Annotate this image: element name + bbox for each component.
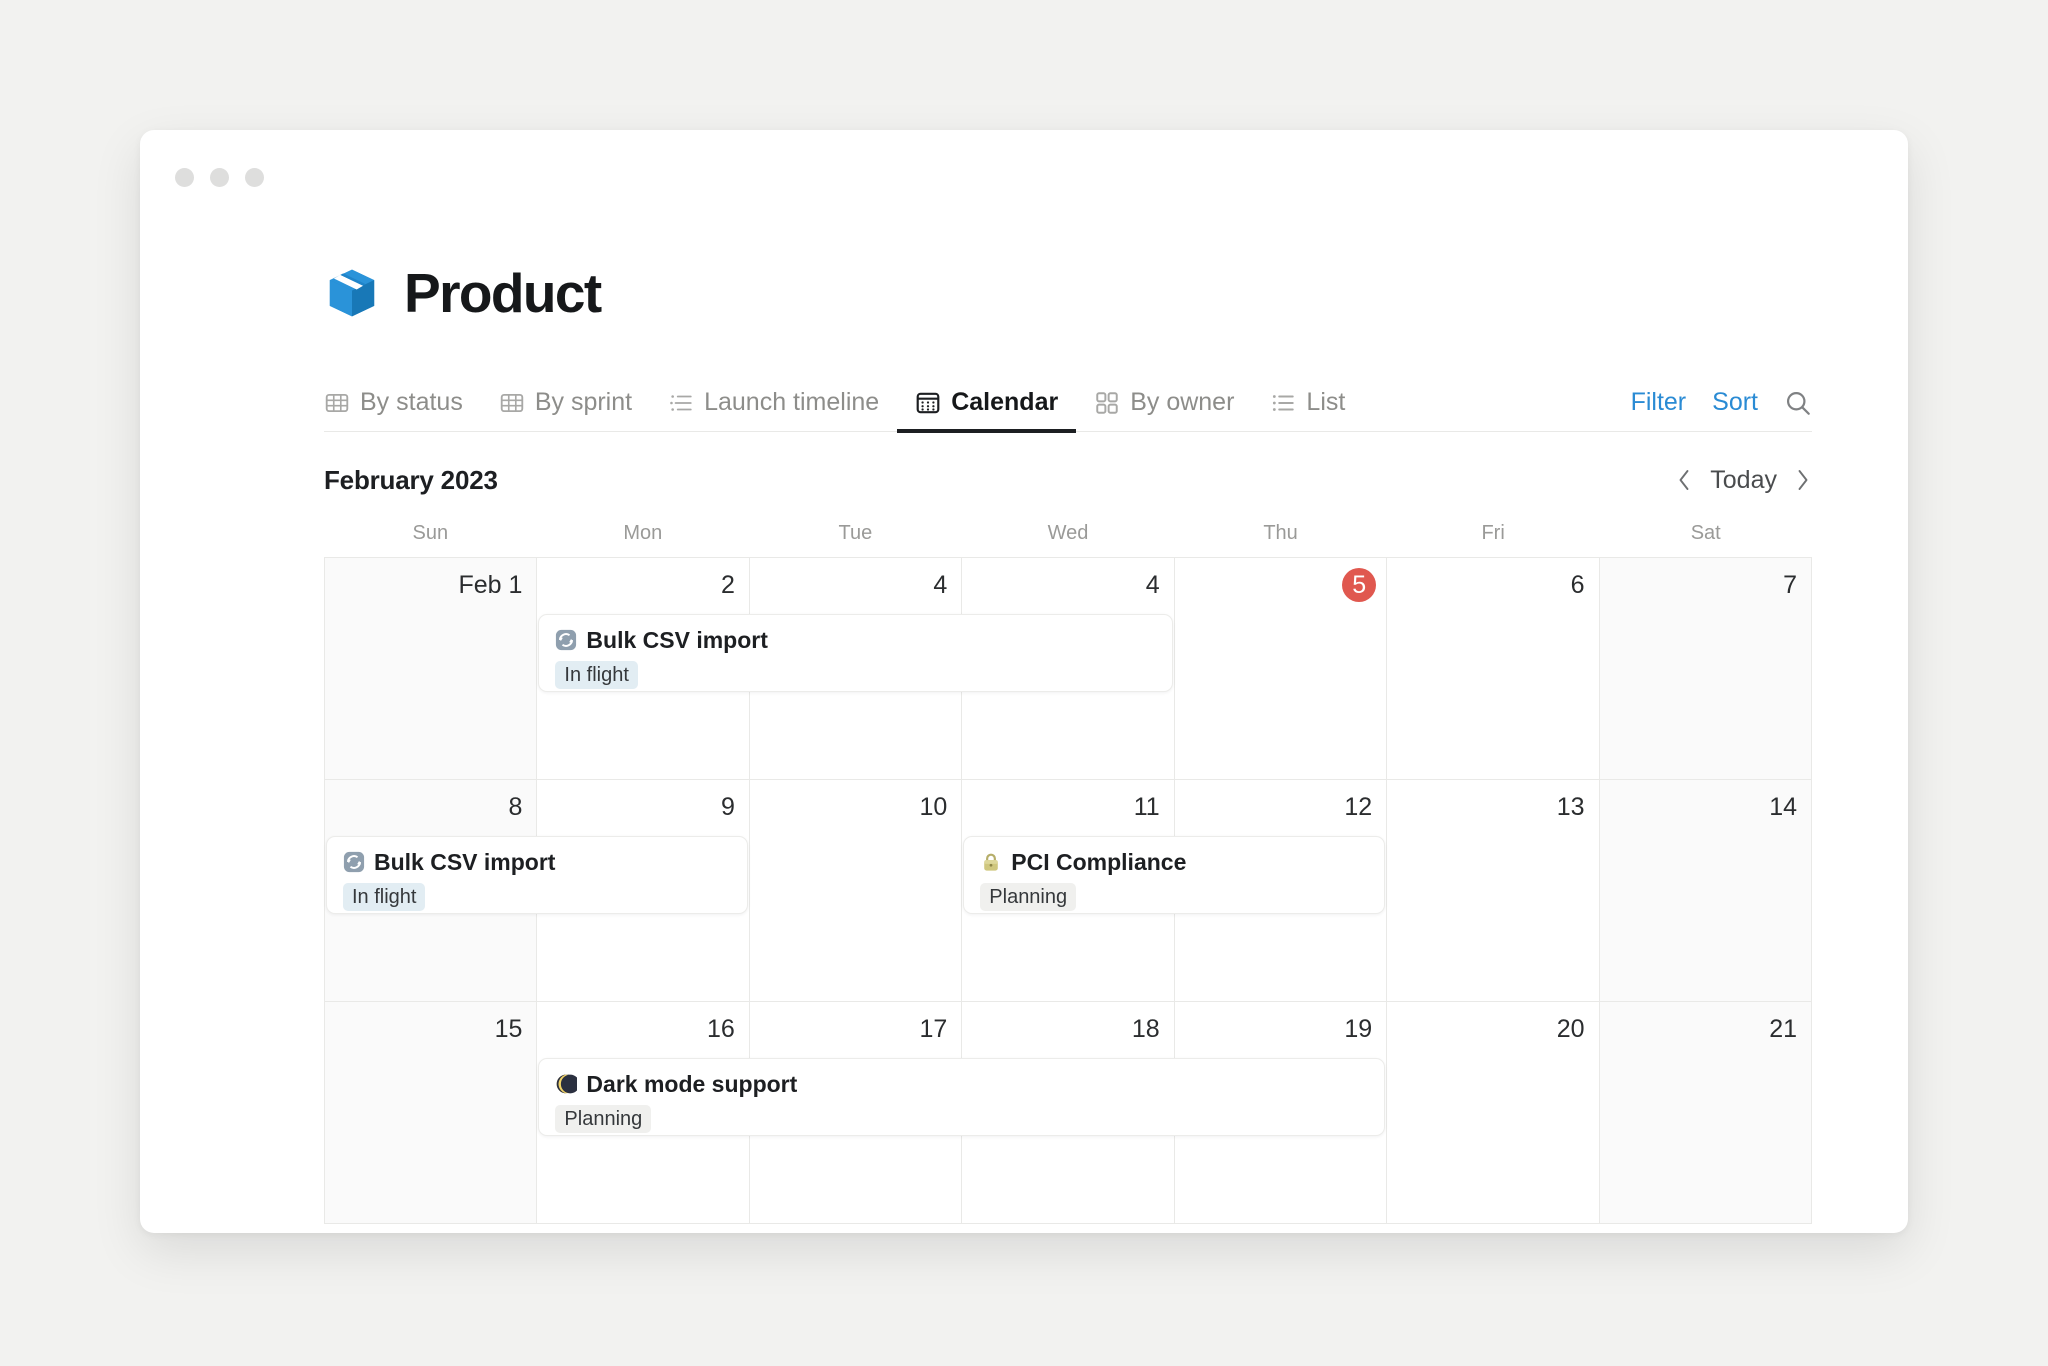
calendar-month-grid: Feb 1 2 4 4 5 6 7 Bulk CSV import In flight 8 9 10 1… bbox=[324, 557, 1812, 1224]
calendar-day-cell[interactable]: Feb 1 bbox=[325, 558, 537, 780]
calendar-day-cell[interactable]: 6 bbox=[1387, 558, 1599, 780]
event-title: Bulk CSV import bbox=[343, 849, 731, 875]
today-date-badge: 5 bbox=[1342, 568, 1376, 602]
crescent-moon-icon bbox=[555, 1073, 577, 1095]
day-number: 13 bbox=[1557, 790, 1585, 824]
event-title-text: Dark mode support bbox=[586, 1071, 797, 1097]
page-header: Product bbox=[324, 250, 1812, 336]
day-number: 9 bbox=[721, 790, 735, 824]
chevron-right-icon[interactable] bbox=[1793, 469, 1812, 491]
calendar-month-label: February 2023 bbox=[324, 465, 498, 496]
calendar-toolbar: February 2023 Today bbox=[324, 458, 1812, 502]
app-content: Product By status bbox=[140, 130, 1908, 1224]
tab-by-owner[interactable]: By owner bbox=[1076, 388, 1252, 431]
calendar-day-cell[interactable]: 21 bbox=[1600, 1002, 1812, 1224]
day-number: 4 bbox=[1146, 568, 1160, 602]
calendar-day-cell[interactable]: 10 bbox=[750, 780, 962, 1002]
weekday-label: Thu bbox=[1174, 522, 1387, 557]
day-number: 20 bbox=[1557, 1012, 1585, 1046]
tab-label: List bbox=[1306, 388, 1345, 417]
weekday-label: Mon bbox=[537, 522, 750, 557]
table-grid-icon bbox=[499, 390, 525, 416]
weekday-label: Sat bbox=[1599, 522, 1812, 557]
page-title: Product bbox=[404, 266, 601, 321]
sync-arrows-icon bbox=[343, 851, 365, 873]
calendar-day-cell[interactable]: 7 bbox=[1600, 558, 1812, 780]
lock-icon bbox=[980, 851, 1002, 873]
tab-label: By sprint bbox=[535, 388, 632, 417]
tab-by-status[interactable]: By status bbox=[324, 388, 481, 431]
day-number: 16 bbox=[707, 1012, 735, 1046]
day-number: 19 bbox=[1344, 1012, 1372, 1046]
calendar-day-cell[interactable]: 15 bbox=[325, 1002, 537, 1224]
day-number: Feb 1 bbox=[458, 568, 522, 602]
tab-label: Calendar bbox=[951, 388, 1058, 417]
day-number: 11 bbox=[1134, 790, 1160, 824]
calendar-day-cell[interactable]: 20 bbox=[1387, 1002, 1599, 1224]
day-number: 17 bbox=[919, 1012, 947, 1046]
day-number: 18 bbox=[1132, 1012, 1160, 1046]
calendar-day-cell[interactable]: 14 bbox=[1600, 780, 1812, 1002]
grid-squares-icon bbox=[1094, 390, 1120, 416]
calendar-navigation: Today bbox=[1675, 466, 1812, 495]
event-status-badge: Planning bbox=[980, 883, 1076, 911]
day-number: 21 bbox=[1769, 1012, 1797, 1046]
weekday-label: Fri bbox=[1387, 522, 1600, 557]
filter-button[interactable]: Filter bbox=[1631, 388, 1687, 417]
day-number: 7 bbox=[1783, 568, 1797, 602]
weekday-label: Wed bbox=[962, 522, 1175, 557]
calendar-day-cell[interactable]: 5 bbox=[1175, 558, 1387, 780]
event-title: Dark mode support bbox=[555, 1071, 1368, 1097]
day-number: 8 bbox=[509, 790, 523, 824]
chevron-left-icon[interactable] bbox=[1675, 469, 1694, 491]
event-title-text: Bulk CSV import bbox=[374, 849, 555, 875]
event-status-badge: Planning bbox=[555, 1105, 651, 1133]
calendar-event-card[interactable]: PCI Compliance Planning bbox=[963, 836, 1385, 914]
search-icon[interactable] bbox=[1784, 389, 1812, 417]
day-number: 14 bbox=[1769, 790, 1797, 824]
event-title: PCI Compliance bbox=[980, 849, 1368, 875]
today-button[interactable]: Today bbox=[1710, 466, 1777, 495]
tab-label: Launch timeline bbox=[704, 388, 879, 417]
view-tab-bar: By status By sprint bbox=[324, 372, 1812, 432]
calendar-week-row: Feb 1 2 4 4 5 6 7 Bulk CSV import In flight bbox=[325, 558, 1812, 780]
calendar-weekday-row: Sun Mon Tue Wed Thu Fri Sat bbox=[324, 522, 1812, 557]
weekday-label: Sun bbox=[324, 522, 537, 557]
sync-arrows-icon bbox=[555, 629, 577, 651]
calendar-event-card[interactable]: Dark mode support Planning bbox=[538, 1058, 1385, 1136]
tab-label: By status bbox=[360, 388, 463, 417]
event-title-text: PCI Compliance bbox=[1011, 849, 1186, 875]
timeline-list-icon bbox=[668, 390, 694, 416]
tab-label: By owner bbox=[1130, 388, 1234, 417]
app-window: Product By status bbox=[140, 130, 1908, 1233]
calendar-week-row: 8 9 10 11 12 13 14 Bulk CSV import In flight PCI … bbox=[325, 780, 1812, 1002]
view-tabs: By status By sprint bbox=[324, 388, 1631, 431]
weekday-label: Tue bbox=[749, 522, 962, 557]
day-number: 2 bbox=[721, 568, 735, 602]
day-number: 4 bbox=[933, 568, 947, 602]
day-number: 12 bbox=[1344, 790, 1372, 824]
tab-calendar[interactable]: Calendar bbox=[897, 388, 1076, 431]
event-title-text: Bulk CSV import bbox=[586, 627, 767, 653]
tab-launch-timeline[interactable]: Launch timeline bbox=[650, 388, 897, 431]
event-title: Bulk CSV import bbox=[555, 627, 1155, 653]
table-grid-icon bbox=[324, 390, 350, 416]
bullet-list-icon bbox=[1270, 390, 1296, 416]
sort-button[interactable]: Sort bbox=[1712, 388, 1758, 417]
tab-bar-actions: Filter Sort bbox=[1631, 388, 1812, 431]
event-status-badge: In flight bbox=[343, 883, 425, 911]
calendar-day-cell[interactable]: 13 bbox=[1387, 780, 1599, 1002]
calendar-icon bbox=[915, 390, 941, 416]
tab-by-sprint[interactable]: By sprint bbox=[481, 388, 650, 431]
tab-list[interactable]: List bbox=[1252, 388, 1363, 431]
blue-box-package-icon bbox=[324, 265, 380, 321]
event-status-badge: In flight bbox=[555, 661, 637, 689]
calendar-event-card[interactable]: Bulk CSV import In flight bbox=[538, 614, 1172, 692]
day-number: 6 bbox=[1571, 568, 1585, 602]
calendar-week-row: 15 16 17 18 19 20 21 Dark mode support Planning bbox=[325, 1002, 1812, 1224]
day-number: 10 bbox=[919, 790, 947, 824]
calendar-event-card[interactable]: Bulk CSV import In flight bbox=[326, 836, 748, 914]
day-number: 15 bbox=[495, 1012, 523, 1046]
